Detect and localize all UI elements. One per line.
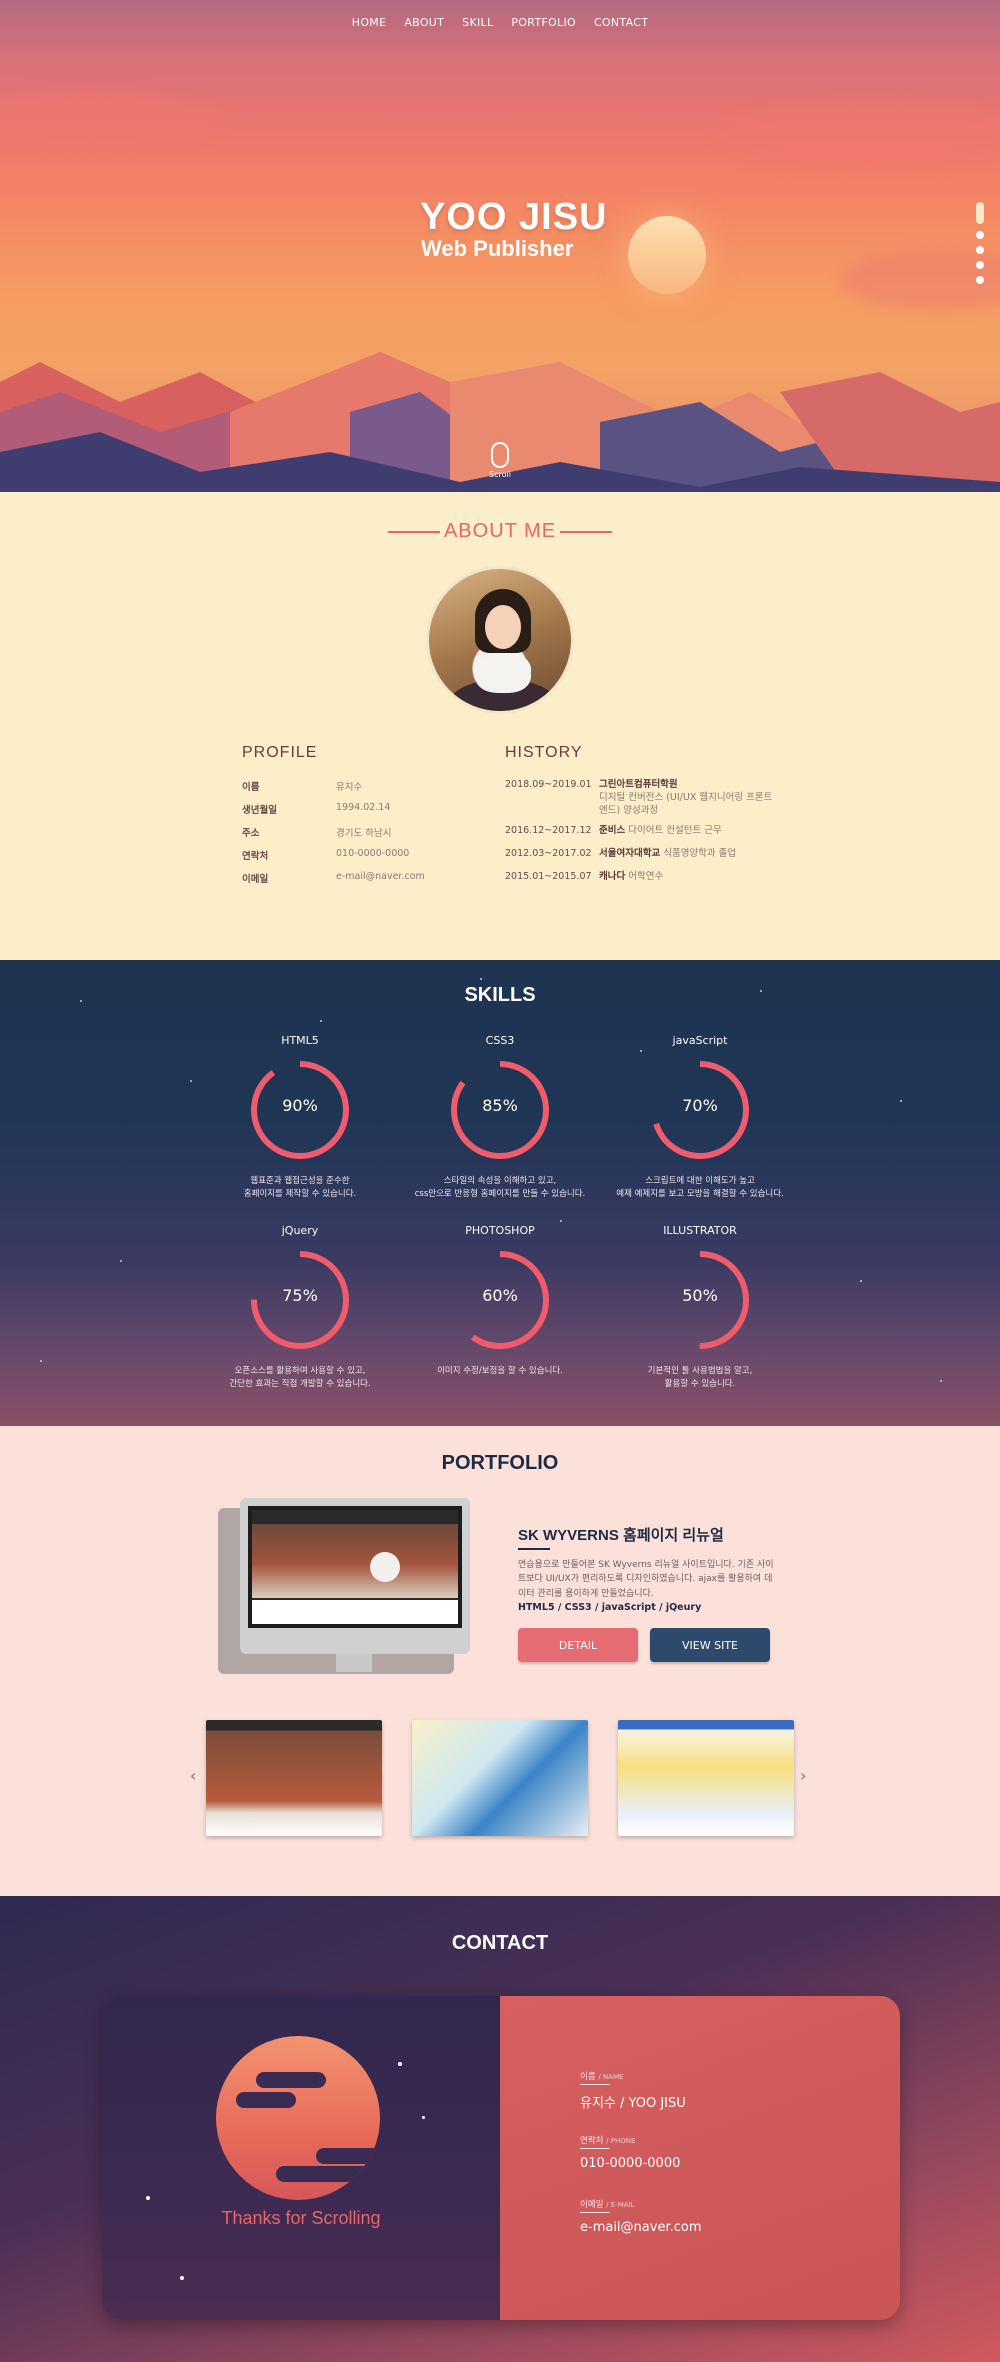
skill-percent: 85% — [482, 1096, 518, 1115]
email-value[interactable]: e-mail@naver.com — [580, 2220, 702, 2235]
skill-jquery: jQuery 75% 오픈소스를 활용하여 사용할 수 있고, 간단한 효과는 직접 … — [200, 1224, 400, 1391]
hero-title: YOO JISU — [420, 196, 608, 238]
profile-title: PROFILE — [242, 744, 318, 761]
pager-dot-contact[interactable] — [976, 276, 984, 284]
history-title: HISTORY — [505, 744, 583, 761]
sun — [628, 216, 706, 294]
contact-heading: CONTACT — [451, 1932, 549, 1954]
skill-percent: 70% — [682, 1096, 718, 1115]
profile-row: 이메일 e-mail@naver.com — [242, 871, 425, 885]
project-title: SK WYVERNS 홈페이지 리뉴얼 — [518, 1527, 724, 1544]
about-heading: ABOUT ME — [443, 520, 557, 542]
skill-name: PHOTOSHOP — [465, 1224, 535, 1237]
skill-description: 이미지 수정/보정을 할 수 있습니다. — [437, 1366, 563, 1376]
scroll-indicator[interactable] — [491, 442, 509, 468]
skill-css3: CSS3 85% 스타일의 속성을 이해하고 있고, css만으로 반응형 홈페이지를… — [400, 1034, 600, 1201]
skill-percent: 50% — [682, 1286, 718, 1305]
skill-photoshop: PHOTOSHOP 60% 이미지 수정/보정을 할 수 있습니다. — [400, 1224, 600, 1378]
pager-dot-about[interactable] — [976, 231, 984, 239]
portfolio-thumb-2[interactable] — [412, 1720, 588, 1836]
skill-name: HTML5 — [281, 1034, 319, 1047]
heading-line — [560, 531, 612, 533]
hero-section: HOME ABOUT SKILL PORTFOLIO CONTACT YOO J… — [0, 0, 1000, 492]
nav-contact[interactable]: CONTACT — [594, 16, 648, 29]
phone-value: 010-0000-0000 — [580, 2156, 681, 2171]
skill-description: 기본적인 툴 사용법법을 알고, 활용할 수 있습니다. — [647, 1366, 753, 1389]
skill-name: javaScript — [672, 1034, 728, 1047]
skill-percent: 90% — [282, 1096, 318, 1115]
about-section: ABOUT ME PROFILE HISTORY 이름 유지수 생년월일 1994.… — [0, 492, 1000, 960]
phone-label: 연락처 / PHONE — [580, 2136, 636, 2146]
skill-illustrator: ILLUSTRATOR 50% 기본적인 툴 사용법법을 알고, 활용할 수 있습니다… — [600, 1224, 800, 1391]
profile-row: 주소 경기도 하남시 — [242, 828, 392, 839]
contact-card: Thanks for Scrolling 이름 / NAME 유지수 / YOO… — [102, 1996, 900, 2320]
pager-dot-portfolio[interactable] — [976, 261, 984, 269]
skill-description: 오픈소스를 활용하여 사용할 수 있고, 간단한 효과는 직접 개발할 수 있습니… — [229, 1366, 371, 1389]
pager-dot-skill[interactable] — [976, 246, 984, 254]
skill-javascript: javaScript 70% 스크립트에 대한 이해도가 높고 예제 예제지를 보고 … — [600, 1034, 800, 1201]
name-label: 이름 / NAME — [580, 2072, 624, 2082]
nav-home[interactable]: HOME — [352, 16, 387, 29]
profile-row: 이름 유지수 — [242, 782, 363, 793]
contact-info: 이름 / NAME 유지수 / YOO JISU 연락처 / PHONE 010… — [500, 1996, 900, 2320]
project-tech: HTML5 / CSS3 / javaScript / jQeury — [518, 1602, 702, 1613]
cloud — [0, 90, 220, 150]
hero-subtitle: Web Publisher — [421, 236, 574, 261]
project-description: 연습용으로 만들어본 SK Wyverns 리뉴얼 사이트입니다. 기존 사이트… — [518, 1560, 774, 1599]
skill-percent: 60% — [482, 1286, 518, 1305]
history-row: 2015.01~2015.07 캐나다 어학연수 — [505, 871, 664, 882]
email-label: 이메일 / E-MAIL — [580, 2200, 635, 2210]
skill-html5: HTML5 90% 웹표준과 웹접근성을 준수한 홈페이지를 제작할 수 있습니다. — [200, 1034, 400, 1201]
thanks-text: Thanks for Scrolling — [221, 2208, 381, 2228]
history-row: 2018.09~2019.01 그린아트컴퓨터학원 디지털 컨버전스 (UI/UX… — [505, 779, 773, 816]
contact-card-illustration: Thanks for Scrolling — [102, 1996, 500, 2320]
skill-description: 스크립트에 대한 이해도가 높고 예제 예제지를 보고 모방을 해결할 수 있습니… — [616, 1176, 784, 1199]
project-title-line — [518, 1548, 550, 1550]
profile-row: 생년월일 1994.02.14 — [242, 802, 391, 816]
pager-dot-home[interactable] — [976, 202, 984, 224]
scroll-label: Scroll — [489, 470, 511, 479]
main-nav: HOME ABOUT SKILL PORTFOLIO CONTACT — [0, 16, 1000, 29]
detail-button[interactable]: DETAIL — [518, 1628, 638, 1662]
view-site-button[interactable]: VIEW SITE — [650, 1628, 770, 1662]
portfolio-section: PORTFOLIO SK WYVERNS 홈페이지 리뉴얼 연습용으로 만들어본… — [0, 1426, 1000, 1896]
next-arrow-icon[interactable]: › — [800, 1766, 806, 1785]
skill-name: CSS3 — [485, 1034, 515, 1047]
skill-percent: 75% — [282, 1286, 318, 1305]
planet-illustration — [216, 2036, 380, 2200]
skill-name: jQuery — [281, 1224, 319, 1237]
skill-description: 스타일의 속성을 이해하고 있고, css만으로 반응형 홈페이지를 만들 수 있… — [414, 1176, 586, 1199]
name-value: 유지수 / YOO JISU — [580, 2096, 686, 2111]
prev-arrow-icon[interactable]: ‹ — [190, 1766, 196, 1785]
nav-portfolio[interactable]: PORTFOLIO — [511, 16, 576, 29]
skill-description: 웹표준과 웹접근성을 준수한 홈페이지를 제작할 수 있습니다. — [243, 1176, 357, 1199]
profile-row: 연락처 010-0000-0000 — [242, 848, 410, 862]
cloud — [720, 100, 1000, 170]
skill-name: ILLUSTRATOR — [663, 1224, 737, 1237]
section-pager — [976, 202, 984, 284]
portfolio-thumb-3[interactable] — [618, 1720, 794, 1836]
nav-skill[interactable]: SKILL — [462, 16, 493, 29]
profile-photo — [426, 566, 574, 714]
nav-about[interactable]: ABOUT — [404, 16, 444, 29]
history-row: 2016.12~2017.12 준비스 다이어트 컨설턴트 근무 — [505, 825, 722, 836]
contact-section: CONTACT Thanks for Scrolling 이름 / NAME 유… — [0, 1896, 1000, 2362]
monitor-mockup — [218, 1498, 472, 1674]
portfolio-heading: PORTFOLIO — [441, 1452, 559, 1474]
portfolio-thumb-1[interactable] — [206, 1720, 382, 1836]
skills-section: SKILLS HTML5 90% 웹표준과 웹접근성을 준수한 홈페이지를 제작할 수… — [0, 960, 1000, 1426]
skills-heading: SKILLS — [464, 984, 536, 1006]
history-row: 2012.03~2017.02 서울여자대학교 식품영양학과 졸업 — [505, 848, 737, 859]
